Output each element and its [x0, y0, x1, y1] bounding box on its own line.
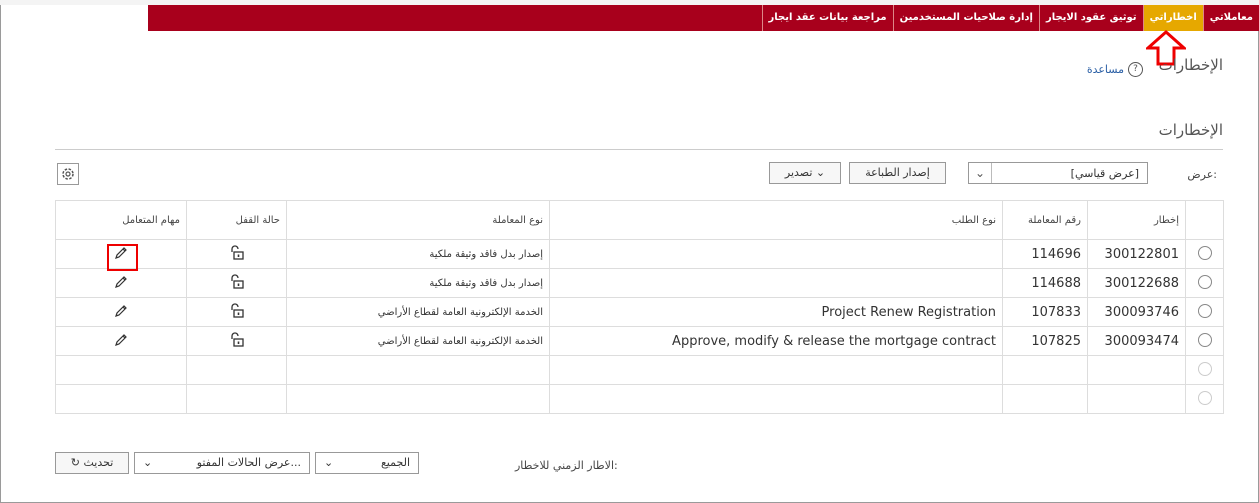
view-select[interactable]: [عرض قياسي] ⌄	[968, 162, 1148, 184]
transaction-cell: 107825	[1002, 326, 1088, 356]
chevron-down-icon: ⌄	[324, 456, 334, 469]
nav-tab-my-notifications[interactable]: اخطاراتي	[1142, 5, 1203, 31]
unlock-icon	[230, 244, 244, 260]
transaction-cell: 107833	[1002, 297, 1088, 327]
table-row[interactable]: 300093474 107825 Approve, modify & relea…	[55, 326, 1224, 356]
help-label: مساعدة	[1086, 63, 1124, 76]
nav-tabs: معاملاتي اخطاراتي توثيق عقود الايجار إدا…	[761, 5, 1259, 31]
row-select-radio	[1197, 390, 1212, 405]
section-title: الإخطارات	[1158, 121, 1223, 139]
edit-pencil-icon[interactable]	[113, 274, 129, 290]
timeframe-value: الجميع	[380, 456, 410, 469]
chevron-down-icon: ⌄	[815, 166, 826, 179]
status-filter-select[interactable]: ⌄ عرض الحالات المفتو...	[134, 452, 310, 474]
table-row[interactable]: 300122801 114696 إصدار بدل فاقد وثيقة مل…	[55, 239, 1224, 269]
row-select-radio[interactable]	[1197, 303, 1212, 318]
header-request-type[interactable]: نوع الطلب	[549, 200, 1003, 240]
table-header-row: إخطار رقم المعاملة نوع الطلب نوع المعامل…	[55, 200, 1224, 240]
view-select-value: [عرض قياسي]	[1070, 167, 1139, 180]
gear-icon	[62, 168, 74, 180]
header-transaction-number[interactable]: رقم المعاملة	[1002, 200, 1088, 240]
chevron-down-icon: ⌄	[143, 456, 153, 469]
unlock-icon	[230, 302, 244, 318]
transaction-type-cell: إصدار بدل فاقد وثيقة ملكية	[286, 239, 550, 269]
unlock-icon	[230, 273, 244, 289]
help-icon: ?	[1128, 62, 1143, 77]
header-transaction-type[interactable]: نوع المعاملة	[286, 200, 550, 240]
notifications-table: إخطار رقم المعاملة نوع الطلب نوع المعامل…	[55, 200, 1224, 414]
nav-tab-user-permissions[interactable]: إدارة صلاحيات المستخدمين	[892, 5, 1039, 31]
export-button[interactable]: تصدير ⌄	[769, 162, 841, 184]
header-notification[interactable]: إخطار	[1087, 200, 1186, 240]
status-filter-value: عرض الحالات المفتو...	[196, 456, 301, 469]
settings-button[interactable]	[57, 163, 79, 185]
view-label: عرض:	[1187, 168, 1217, 181]
notification-cell: 300122688	[1087, 268, 1186, 298]
top-navigation-bar: معاملاتي اخطاراتي توثيق عقود الايجار إدا…	[148, 5, 1259, 31]
notification-cell: 300093746	[1087, 297, 1186, 327]
section-divider	[55, 149, 1223, 150]
chevron-down-icon: ⌄	[969, 163, 992, 183]
timeframe-label: الاطار الزمني للاخطار:	[515, 459, 618, 472]
notification-cell: 300122801	[1087, 239, 1186, 269]
refresh-icon: ↻	[70, 456, 80, 469]
header-customer-tasks[interactable]: مهام المتعامل	[55, 200, 187, 240]
row-select-radio	[1197, 361, 1212, 376]
request-type-cell	[549, 239, 1003, 269]
notification-cell: 300093474	[1087, 326, 1186, 356]
annotation-highlight-box	[107, 244, 138, 271]
row-select-radio[interactable]	[1197, 332, 1212, 347]
header-lock-status[interactable]: حالة القفل	[186, 200, 287, 240]
refresh-label: تحديث	[83, 456, 114, 469]
select-header	[1185, 200, 1224, 240]
refresh-button[interactable]: ↻ تحديث	[55, 452, 129, 474]
nav-tab-lease-contract-attestation[interactable]: توثيق عقود الايجار	[1038, 5, 1143, 31]
transaction-cell: 114688	[1002, 268, 1088, 298]
request-type-cell	[549, 268, 1003, 298]
empty-row	[55, 384, 1224, 414]
transaction-cell: 114696	[1002, 239, 1088, 269]
nav-tab-my-transactions[interactable]: معاملاتي	[1202, 5, 1259, 31]
request-type-cell: Approve, modify & release the mortgage c…	[549, 326, 1003, 356]
row-select-radio[interactable]	[1197, 274, 1212, 289]
edit-pencil-icon[interactable]	[113, 332, 129, 348]
help-link[interactable]: مساعدة ?	[1087, 62, 1143, 77]
transaction-type-cell: الخدمة الإلكترونية العامة لقطاع الأراضي	[286, 326, 550, 356]
empty-row	[55, 355, 1224, 385]
print-button[interactable]: إصدار الطباعة	[849, 162, 946, 184]
table-row[interactable]: 300093746 107833 Project Renew Registrat…	[55, 297, 1224, 327]
transaction-type-cell: إصدار بدل فاقد وثيقة ملكية	[286, 268, 550, 298]
unlock-icon	[230, 331, 244, 347]
export-label: تصدير	[784, 166, 813, 179]
page-title: الإخطارات	[1158, 56, 1223, 74]
transaction-type-cell: الخدمة الإلكترونية العامة لقطاع الأراضي	[286, 297, 550, 327]
edit-pencil-icon[interactable]	[113, 303, 129, 319]
row-select-radio[interactable]	[1197, 245, 1212, 260]
timeframe-select[interactable]: ⌄ الجميع	[315, 452, 419, 474]
table-row[interactable]: 300122688 114688 إصدار بدل فاقد وثيقة مل…	[55, 268, 1224, 298]
request-type-cell: Project Renew Registration	[549, 297, 1003, 327]
nav-tab-lease-data-review[interactable]: مراجعة بيانات عقد ايجار	[761, 5, 893, 31]
